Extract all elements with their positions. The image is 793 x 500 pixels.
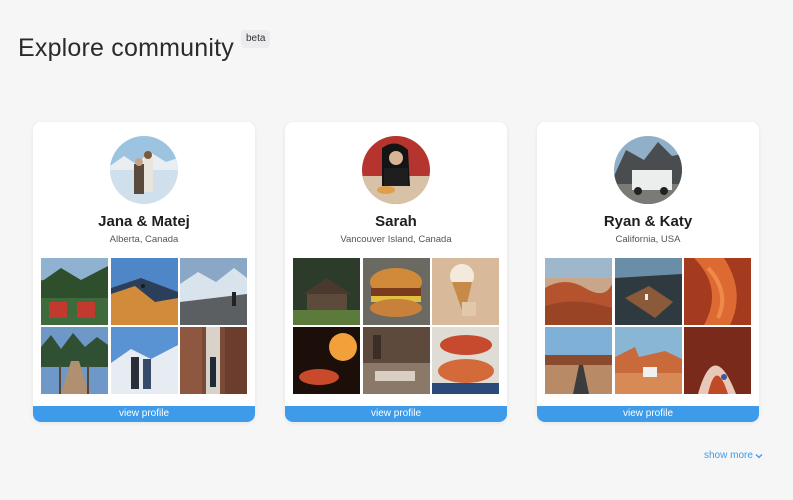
show-more-link[interactable]: show more bbox=[704, 450, 763, 461]
profile-card[interactable]: Jana & Matej Alberta, Canada view profil… bbox=[33, 122, 255, 422]
photo-thumbnail[interactable] bbox=[110, 258, 178, 325]
avatar[interactable] bbox=[110, 136, 178, 204]
profile-card[interactable]: Ryan & Katy California, USA view profile bbox=[537, 122, 759, 422]
profile-location: Vancouver Island, Canada bbox=[340, 234, 452, 245]
photo-thumbnail[interactable] bbox=[110, 327, 178, 394]
avatar[interactable] bbox=[362, 136, 430, 204]
chevron-down-icon bbox=[755, 453, 763, 458]
page-title: Explore community bbox=[18, 34, 234, 62]
photo-thumbnail[interactable] bbox=[432, 258, 499, 325]
photo-thumbnail[interactable] bbox=[614, 327, 682, 394]
photo-thumbnail[interactable] bbox=[545, 327, 612, 394]
photo-grid bbox=[545, 258, 751, 394]
photo-thumbnail[interactable] bbox=[293, 258, 360, 325]
photo-thumbnail[interactable] bbox=[684, 258, 751, 325]
photo-thumbnail[interactable] bbox=[180, 327, 247, 394]
avatar-photo bbox=[614, 136, 682, 204]
photo-thumbnail[interactable] bbox=[362, 258, 430, 325]
avatar-photo bbox=[110, 136, 178, 204]
photo-thumbnail[interactable] bbox=[614, 258, 682, 325]
page-header: Explore community beta bbox=[18, 30, 271, 64]
profile-name: Jana & Matej bbox=[98, 213, 190, 230]
photo-thumbnail[interactable] bbox=[41, 258, 108, 325]
profile-location: Alberta, Canada bbox=[109, 234, 179, 245]
beta-badge: beta bbox=[240, 30, 271, 48]
photo-thumbnail[interactable] bbox=[545, 258, 612, 325]
photo-grid bbox=[293, 258, 499, 394]
photo-thumbnail[interactable] bbox=[684, 327, 751, 394]
view-profile-button[interactable]: view profile bbox=[33, 406, 255, 422]
photo-thumbnail[interactable] bbox=[293, 327, 360, 394]
profile-name: Ryan & Katy bbox=[603, 213, 693, 230]
show-more-label: show more bbox=[704, 450, 753, 461]
photo-thumbnail[interactable] bbox=[180, 258, 247, 325]
photo-thumbnail[interactable] bbox=[432, 327, 499, 394]
view-profile-button[interactable]: view profile bbox=[285, 406, 507, 422]
profile-name: Sarah bbox=[375, 213, 417, 230]
avatar-photo bbox=[362, 136, 430, 204]
photo-thumbnail[interactable] bbox=[362, 327, 430, 394]
profile-card[interactable]: Sarah Vancouver Island, Canada view prof… bbox=[285, 122, 507, 422]
photo-thumbnail[interactable] bbox=[41, 327, 108, 394]
view-profile-button[interactable]: view profile bbox=[537, 406, 759, 422]
profile-card-list: Jana & Matej Alberta, Canada view profil… bbox=[33, 122, 759, 422]
photo-grid bbox=[41, 258, 247, 394]
profile-location: California, USA bbox=[615, 234, 681, 245]
avatar[interactable] bbox=[614, 136, 682, 204]
